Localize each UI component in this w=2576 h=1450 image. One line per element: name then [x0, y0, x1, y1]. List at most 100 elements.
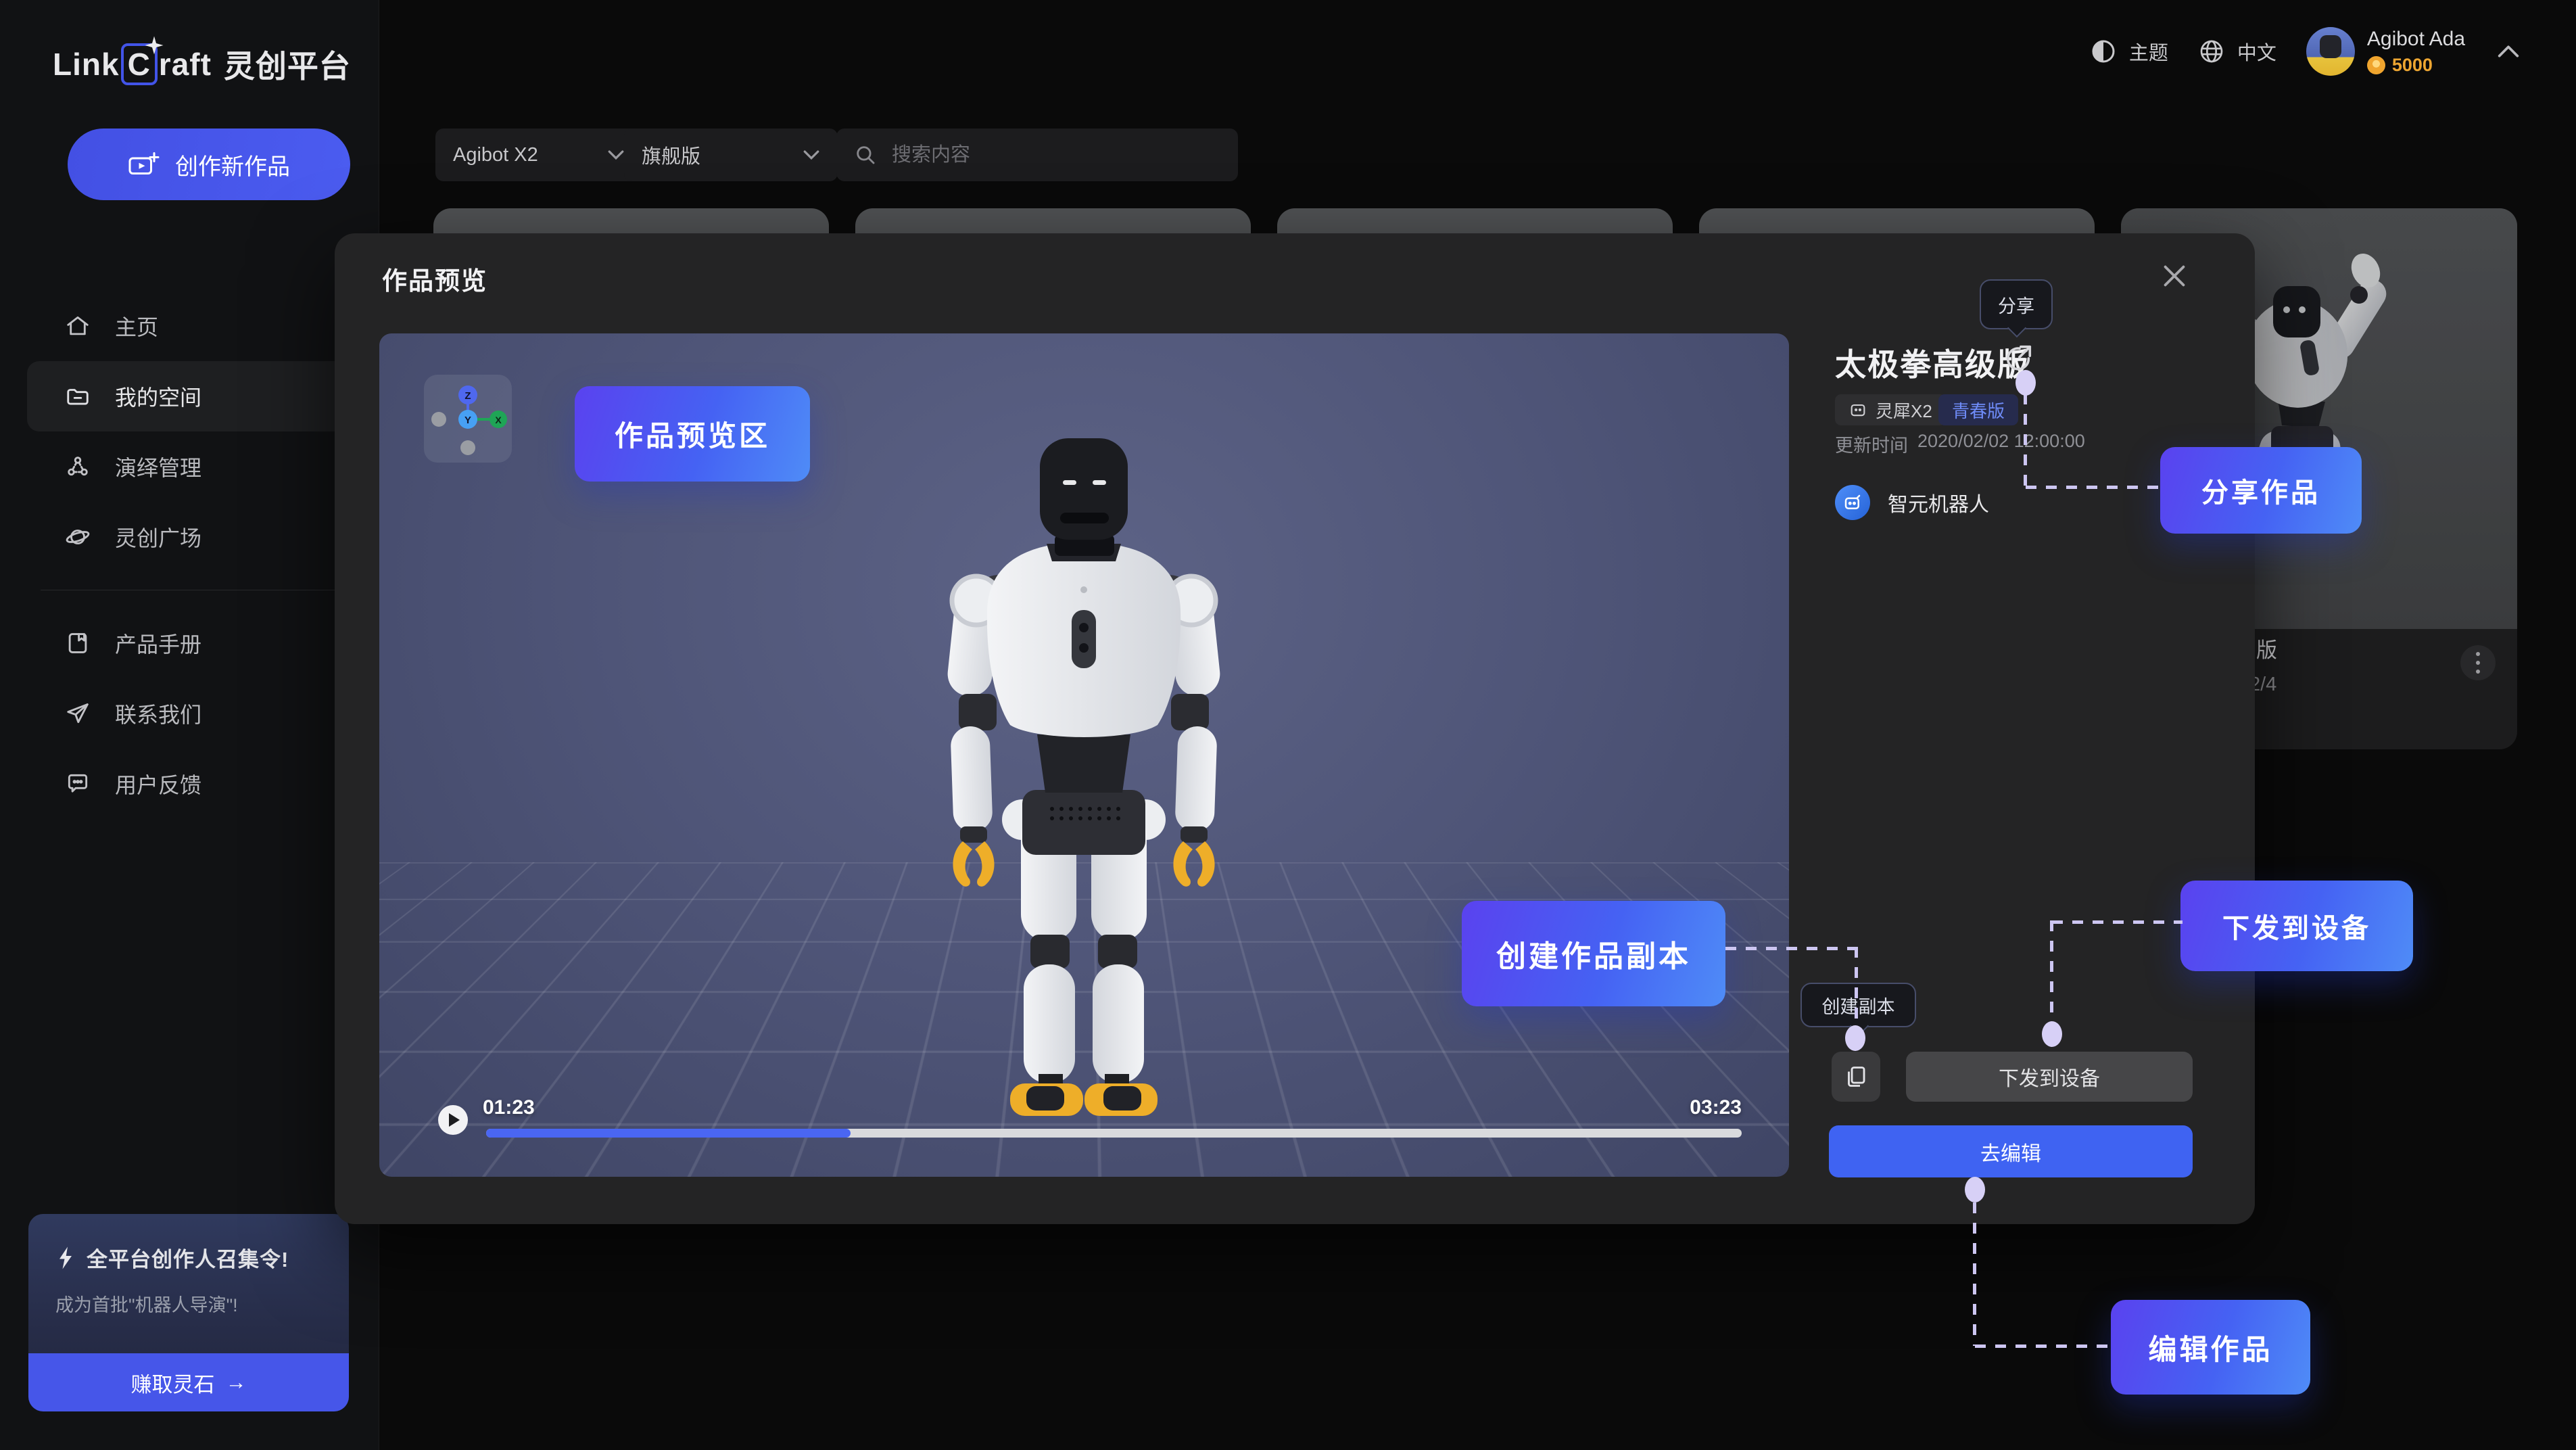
- modal-title: 作品预览: [382, 260, 487, 297]
- logo-c-mark: C: [121, 43, 158, 85]
- deploy-to-device-button[interactable]: 下发到设备: [1906, 1052, 2193, 1102]
- theme-icon: [2090, 38, 2117, 65]
- chevron-down-icon: [803, 149, 820, 161]
- search-bar: [836, 128, 1238, 181]
- sidebar-item-label: 灵创广场: [115, 521, 201, 553]
- copy-icon: [1844, 1065, 1868, 1089]
- user-name: Agibot Ada: [2367, 28, 2465, 51]
- annotation-create-copy: 创建作品副本: [1462, 901, 1725, 1006]
- play-icon: [449, 1113, 460, 1127]
- sidebar-item-performance[interactable]: 演绎管理: [27, 431, 352, 502]
- share-tooltip: 分享: [1980, 279, 2053, 329]
- robot-logo-icon: [1842, 492, 1863, 513]
- sidebar-item-label: 我的空间: [115, 381, 201, 412]
- work-card-title: 版: [2256, 633, 2277, 663]
- total-time: 03:23: [1690, 1096, 1742, 1119]
- card-more-menu-button[interactable]: [2460, 645, 2496, 680]
- theme-toggle[interactable]: 主题: [2090, 37, 2168, 66]
- sidebar-item-manual[interactable]: 产品手册: [27, 608, 352, 678]
- lightning-icon: [55, 1246, 76, 1270]
- sidebar-item-feedback[interactable]: 用户反馈: [27, 749, 352, 819]
- annotation-dot: [2016, 370, 2036, 396]
- globe-icon: [2198, 38, 2225, 65]
- progress-fill: [486, 1129, 851, 1138]
- sidebar-item-label: 主页: [115, 310, 158, 342]
- promo-title: 全平台创作人召集令!: [87, 1242, 289, 1273]
- axis-z-label: Z: [464, 390, 471, 402]
- theme-label: 主题: [2129, 37, 2168, 66]
- sidebar-item-contact[interactable]: 联系我们: [27, 678, 352, 749]
- annotation-preview-area: 作品预览区: [575, 386, 810, 482]
- language-switch[interactable]: 中文: [2198, 37, 2276, 66]
- nodes-icon: [65, 454, 91, 480]
- edition-dropdown-value: 旗舰版: [642, 141, 700, 169]
- app-root: LinkCraft 灵创平台 创作新作品 主页 我的空间 演绎管理 灵创广场: [0, 0, 2576, 1450]
- tag-edition: 青春版: [1938, 394, 2018, 425]
- sidebar-item-plaza[interactable]: 灵创广场: [27, 502, 352, 572]
- logo-text-prefix: Link: [53, 46, 120, 83]
- progress-bar[interactable]: [486, 1129, 1742, 1138]
- annotation-dot: [1965, 1177, 1985, 1202]
- annotation-deploy: 下发到设备: [2180, 881, 2413, 971]
- app-logo: LinkCraft 灵创平台: [53, 42, 351, 87]
- annotation-dot: [2042, 1021, 2062, 1047]
- close-icon[interactable]: [2159, 260, 2190, 291]
- author-name: 智元机器人: [1888, 488, 1989, 517]
- annotation-connector: [1725, 947, 1857, 950]
- play-button[interactable]: [438, 1105, 468, 1135]
- logo-text-suffix: raft: [159, 46, 212, 83]
- promo-card: 全平台创作人召集令! 成为首批"机器人导演"! 赚取灵石 →: [28, 1214, 349, 1411]
- annotation-connector: [2050, 920, 2053, 1023]
- sidebar-item-label: 产品手册: [115, 628, 201, 659]
- tag-robot-model: 灵犀X2: [1835, 394, 1946, 425]
- current-time: 01:23: [483, 1096, 535, 1119]
- annotation-connector: [2026, 486, 2161, 489]
- share-icon[interactable]: [2003, 343, 2034, 374]
- model-dropdown[interactable]: Agibot X2: [435, 128, 642, 181]
- robot-face-icon: [1848, 400, 1867, 419]
- create-copy-button[interactable]: [1832, 1052, 1880, 1102]
- search-input[interactable]: [890, 143, 1218, 167]
- annotation-connector: [1855, 947, 1858, 1027]
- sidebar-item-home[interactable]: 主页: [27, 291, 352, 361]
- arrow-right-icon: →: [226, 1370, 247, 1395]
- author-row: 智元机器人: [1835, 485, 1989, 520]
- sidebar-item-my-space[interactable]: 我的空间: [27, 361, 352, 431]
- earn-gems-button[interactable]: 赚取灵石 →: [28, 1353, 349, 1411]
- work-preview-modal: 作品预览 Z Y X: [335, 233, 2255, 1224]
- header-actions: 主题 中文 Agibot Ada 5000: [2090, 27, 2522, 76]
- avatar-robot-head: [2320, 35, 2341, 58]
- edition-dropdown[interactable]: 旗舰版: [624, 128, 838, 181]
- go-edit-button[interactable]: 去编辑: [1829, 1125, 2193, 1177]
- language-label: 中文: [2237, 37, 2276, 66]
- sidebar: LinkCraft 灵创平台 创作新作品 主页 我的空间 演绎管理 灵创广场: [0, 0, 379, 1450]
- user-account[interactable]: Agibot Ada 5000: [2306, 27, 2465, 76]
- annotation-dot: [1845, 1025, 1865, 1051]
- home-icon: [65, 313, 91, 339]
- axis-x-label: X: [495, 415, 502, 425]
- logo-star-icon: [144, 35, 164, 55]
- promo-subtitle: 成为首批"机器人导演"!: [55, 1290, 349, 1317]
- coin-icon: [2367, 56, 2385, 74]
- feedback-icon: [65, 771, 91, 797]
- sidebar-item-label: 联系我们: [115, 698, 201, 729]
- create-copy-tooltip: 创建副本: [1800, 983, 1916, 1027]
- annotation-connector: [1973, 1202, 1976, 1346]
- sidebar-item-label: 演绎管理: [115, 451, 201, 482]
- annotation-share-work: 分享作品: [2160, 447, 2362, 534]
- axis-gizmo[interactable]: Z Y X: [424, 375, 512, 463]
- annotation-edit-work: 编辑作品: [2111, 1300, 2310, 1395]
- chevron-up-icon[interactable]: [2495, 41, 2522, 62]
- book-icon: [65, 630, 91, 656]
- annotation-connector: [2024, 394, 2027, 487]
- model-dropdown-value: Agibot X2: [453, 144, 538, 166]
- logo-cn-text: 灵创平台: [224, 42, 351, 87]
- create-new-work-button[interactable]: 创作新作品: [68, 128, 350, 200]
- user-meta: Agibot Ada 5000: [2367, 28, 2465, 76]
- promo-title-row: 全平台创作人召集令!: [55, 1242, 349, 1273]
- user-avatar[interactable]: [2306, 27, 2355, 76]
- coin-balance: 5000: [2367, 55, 2465, 76]
- chevron-down-icon: [607, 149, 625, 161]
- robot-3d-model: [938, 433, 1229, 1123]
- sidebar-nav: 主页 我的空间 演绎管理 灵创广场 产品手册 联系我们: [27, 291, 352, 819]
